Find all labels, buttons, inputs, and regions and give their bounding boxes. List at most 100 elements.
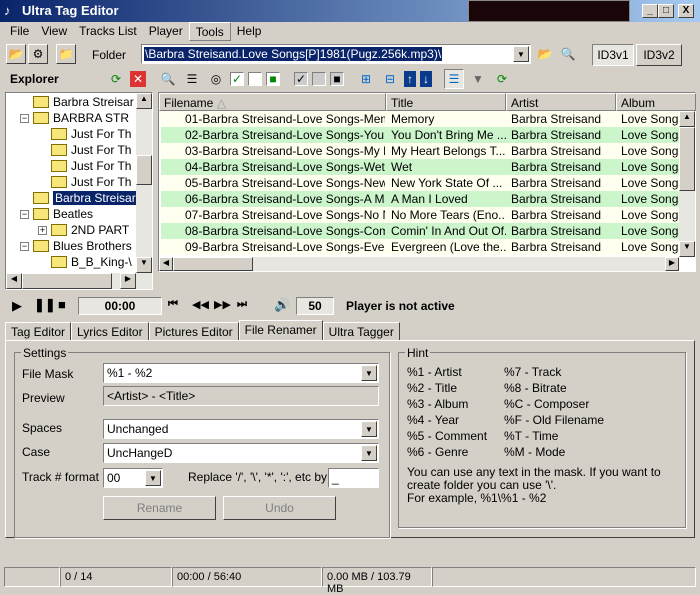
scroll-up-button[interactable]: ▲ (679, 111, 695, 127)
uncheck-selected-icon[interactable] (312, 72, 326, 86)
minimize-button[interactable]: _ (642, 4, 658, 18)
remove-tree-icon[interactable]: ⊟ (380, 69, 400, 89)
stop-icon[interactable]: ■ (58, 297, 66, 312)
table-row[interactable]: 08-Barbra Streisand-Love Songs-Comin... C… (161, 223, 681, 239)
tab-lyrics-editor[interactable]: Lyrics Editor (71, 322, 149, 341)
scroll-up-button[interactable]: ▲ (136, 93, 152, 109)
scroll-left-button[interactable]: ◀ (159, 257, 173, 271)
move-down-icon[interactable]: ↓ (420, 71, 432, 87)
invert-selected-icon[interactable]: ■ (330, 72, 344, 86)
pause-icon[interactable]: ❚❚ (34, 297, 56, 313)
list-icon[interactable]: ☰ (182, 69, 202, 89)
tree-node[interactable]: − Blues Brothers (20, 238, 132, 254)
tree-node[interactable]: Just For Th (38, 158, 131, 174)
column-filename[interactable]: Filename △ (159, 93, 386, 111)
column-title[interactable]: Title (386, 93, 506, 111)
scroll-right-button[interactable]: ▶ (665, 257, 679, 271)
tree-node[interactable]: Just For Th (38, 142, 131, 158)
refresh-icon[interactable]: ⟳ (106, 69, 126, 89)
scroll-thumb[interactable] (136, 155, 152, 185)
folder-path-combo[interactable]: \Barbra Streisand.Love Songs[P]1981(Pugz… (141, 44, 531, 64)
rewind-icon[interactable]: ◀◀ (192, 298, 209, 311)
menu-file[interactable]: File (4, 22, 35, 41)
tree-node[interactable]: +2ND PART (38, 222, 129, 238)
open-folder-icon[interactable]: 📂 (6, 44, 26, 64)
scroll-thumb[interactable] (22, 273, 112, 289)
scroll-right-button[interactable]: ▶ (120, 273, 136, 289)
table-row[interactable]: 09-Barbra Streisand-Love Songs-Everg... E… (161, 239, 681, 255)
tab-tag-editor[interactable]: Tag Editor (5, 322, 72, 341)
filter-icon[interactable]: ▼ (468, 69, 488, 89)
id3v1-toggle[interactable]: ID3v1 (592, 44, 634, 66)
edit-folder-icon[interactable]: 📁 (56, 44, 76, 64)
collapse-icon[interactable]: − (20, 241, 29, 251)
menu-tools[interactable]: Tools (188, 22, 231, 41)
table-row[interactable]: 02-Barbra Streisand-Love Songs-You D... Y… (161, 127, 681, 143)
track-format-combo[interactable]: 00 ▼ (103, 468, 163, 488)
tab-pictures-editor[interactable]: Pictures Editor (148, 322, 239, 341)
reload-icon[interactable]: ⟳ (492, 69, 512, 89)
cd-icon[interactable]: ◎ (206, 69, 226, 89)
volume-value[interactable]: 50 (296, 297, 334, 315)
last-track-icon[interactable]: ⏭ (237, 298, 247, 311)
tree-node[interactable]: Barbra Streisar (20, 94, 134, 110)
table-row[interactable]: 07-Barbra Streisand-Love Songs-No M... No… (161, 207, 681, 223)
chevron-down-icon[interactable]: ▼ (145, 470, 161, 486)
scroll-thumb[interactable] (679, 127, 695, 191)
play-icon[interactable]: ▶ (12, 298, 22, 314)
scroll-down-button[interactable]: ▼ (136, 257, 152, 273)
replace-input[interactable]: _ (328, 468, 379, 488)
tree-horizontal-scrollbar[interactable]: ◀ ▶ (6, 273, 152, 289)
scroll-left-button[interactable]: ◀ (6, 273, 22, 289)
expand-icon[interactable]: + (38, 225, 47, 235)
tab-file-renamer[interactable]: File Renamer (238, 320, 323, 341)
tree-node[interactable]: Just For Th (38, 126, 131, 142)
collapse-icon[interactable]: − (20, 209, 29, 219)
tree-node[interactable]: B_B_King-\ (38, 254, 132, 270)
volume-icon[interactable]: 🔊 (274, 297, 290, 313)
tree-node[interactable]: − Beatles (20, 206, 93, 222)
delete-icon[interactable]: ✕ (130, 71, 146, 87)
scroll-thumb[interactable] (173, 257, 253, 271)
search-icon[interactable]: 🔍 (158, 69, 178, 89)
tree-vertical-scrollbar[interactable]: ▲ ▼ (136, 93, 152, 273)
rename-button[interactable]: Rename (103, 496, 216, 520)
search-folder-icon[interactable]: 🔍 (558, 44, 578, 64)
tree-node[interactable]: Just For Th (38, 174, 131, 190)
browse-folder-icon[interactable]: 📂 (535, 44, 555, 64)
check-all-icon[interactable]: ✓ (230, 72, 244, 86)
file-mask-combo[interactable]: %1 - %2 ▼ (103, 363, 379, 383)
uncheck-all-icon[interactable] (248, 72, 262, 86)
chevron-down-icon[interactable]: ▼ (361, 421, 377, 437)
menu-help[interactable]: Help (231, 22, 268, 41)
column-album[interactable]: Album (616, 93, 696, 111)
table-row[interactable]: 05-Barbra Streisand-Love Songs-New ... Ne… (161, 175, 681, 191)
collapse-icon[interactable]: − (20, 113, 29, 123)
close-button[interactable]: X (678, 4, 694, 18)
list-vertical-scrollbar[interactable]: ▲ ▼ (679, 111, 695, 257)
maximize-button[interactable]: □ (658, 4, 674, 18)
table-row[interactable]: 01-Barbra Streisand-Love Songs-Memo... Me… (161, 111, 681, 127)
chevron-down-icon[interactable]: ▼ (361, 445, 377, 461)
table-row[interactable]: 06-Barbra Streisand-Love Songs-A Ma... A … (161, 191, 681, 207)
undo-button[interactable]: Undo (223, 496, 336, 520)
case-combo[interactable]: UncHangeD ▼ (103, 443, 379, 463)
id3v2-toggle[interactable]: ID3v2 (636, 44, 682, 66)
tree-node[interactable]: − BARBRA STR (20, 110, 129, 126)
tree-view-icon[interactable]: ☰ (444, 69, 464, 89)
list-horizontal-scrollbar[interactable]: ◀ ▶ (159, 257, 679, 271)
first-track-icon[interactable]: ⏮ (168, 298, 178, 311)
check-selected-icon[interactable]: ✓ (294, 72, 308, 86)
chevron-down-icon[interactable]: ▼ (513, 46, 529, 62)
add-tree-icon[interactable]: ⊞ (356, 69, 376, 89)
settings-icon[interactable]: ⚙ (28, 44, 48, 64)
scroll-down-button[interactable]: ▼ (679, 241, 695, 257)
table-row[interactable]: 03-Barbra Streisand-Love Songs-My H... My… (161, 143, 681, 159)
invert-check-icon[interactable]: ■ (266, 72, 280, 86)
menu-player[interactable]: Player (143, 22, 189, 41)
move-up-icon[interactable]: ↑ (404, 71, 416, 87)
column-artist[interactable]: Artist (506, 93, 616, 111)
tree-node[interactable]: Barbra Streisar (20, 190, 138, 206)
tab-ultra-tagger[interactable]: Ultra Tagger (322, 322, 400, 341)
menu-view[interactable]: View (35, 22, 73, 41)
